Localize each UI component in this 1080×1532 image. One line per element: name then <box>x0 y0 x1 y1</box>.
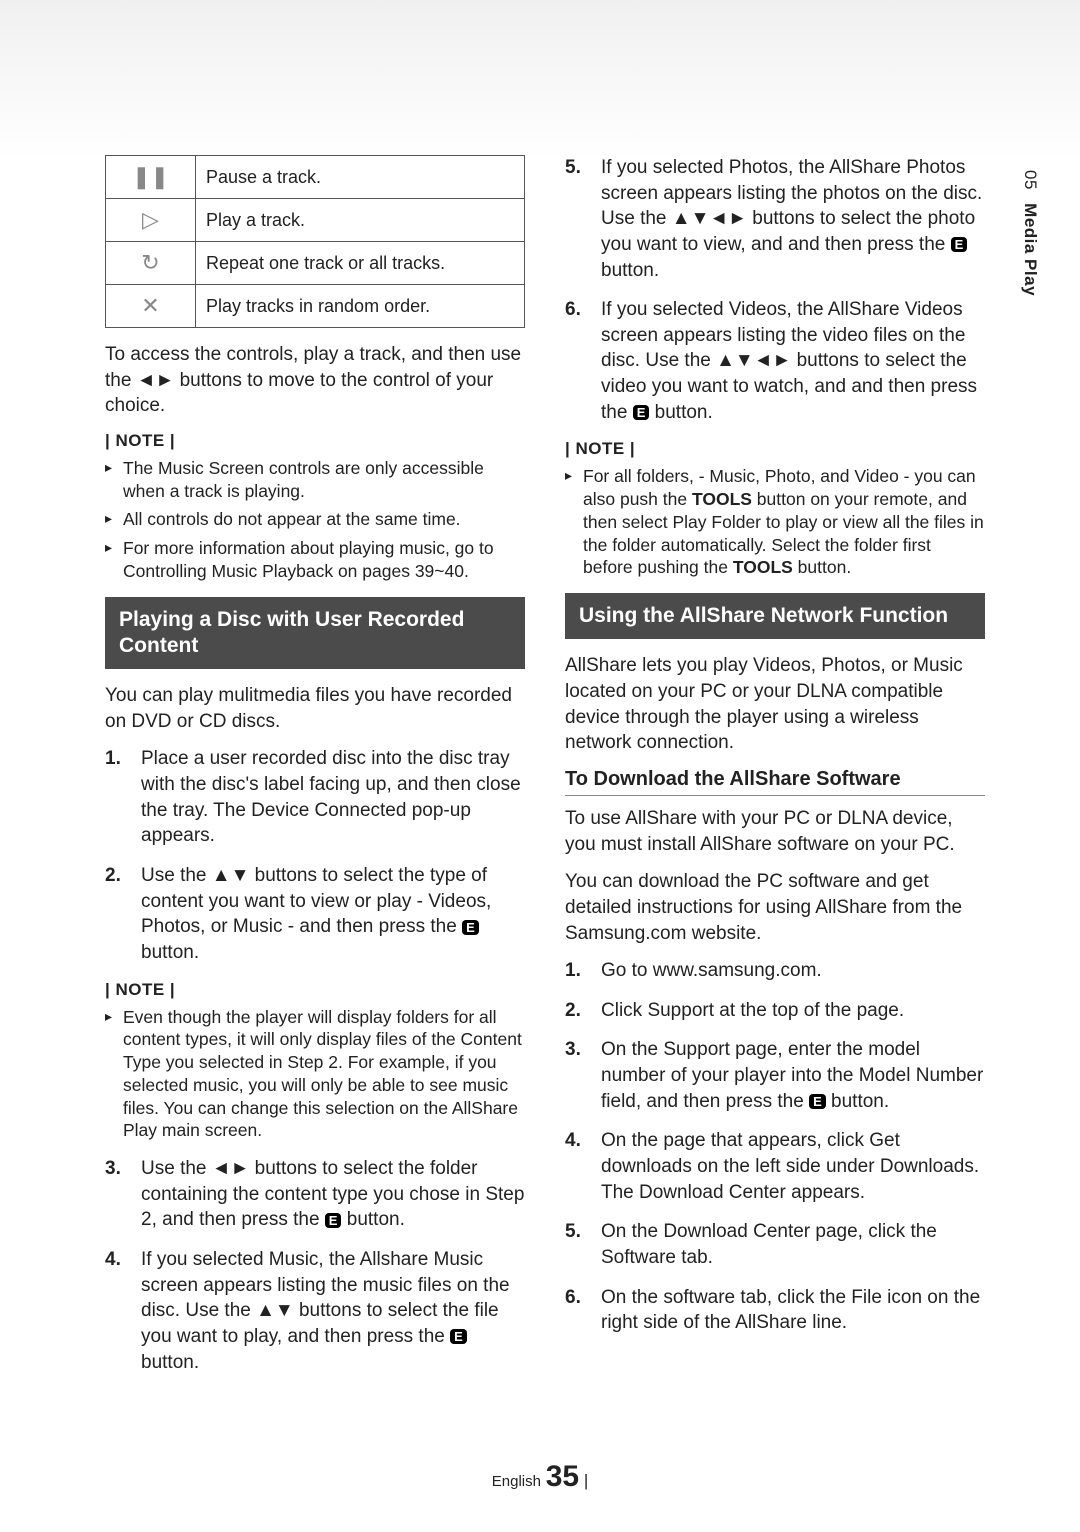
table-row: ❚❚ Pause a track. <box>106 156 525 199</box>
left-column: ❚❚ Pause a track. ▷ Play a track. ↻ Repe… <box>105 155 525 1389</box>
step-text: button. <box>649 402 712 423</box>
section1-steps-right: 5. If you selected Photos, the AllShare … <box>565 155 985 425</box>
step-number: 4. <box>565 1128 581 1154</box>
step-text: button. <box>141 942 199 963</box>
step-text: button. <box>826 1091 889 1112</box>
list-item: 1. Go to www.samsung.com. <box>565 958 985 984</box>
step-number: 3. <box>565 1037 581 1063</box>
enter-icon: E <box>450 1329 467 1344</box>
page-content: ❚❚ Pause a track. ▷ Play a track. ↻ Repe… <box>0 0 1080 1449</box>
note-header: | NOTE | <box>105 431 525 451</box>
shuffle-icon: ✕ <box>106 285 196 328</box>
note-list: For all folders, - Music, Photo, and Vid… <box>565 465 985 579</box>
list-item: 6. If you selected Videos, the AllShare … <box>565 297 985 425</box>
step-text: button. <box>141 1352 199 1373</box>
enter-icon: E <box>809 1094 826 1109</box>
section-heading-disc: Playing a Disc with User Recorded Conten… <box>105 597 525 670</box>
control-label: Play tracks in random order. <box>196 285 525 328</box>
step-text: Use the ▲▼ buttons to select the type of… <box>141 865 491 937</box>
note-list: The Music Screen controls are only acces… <box>105 457 525 583</box>
step-number: 1. <box>105 746 121 772</box>
step-text: Go to www.samsung.com. <box>601 960 822 981</box>
list-item: 2. Click Support at the top of the page. <box>565 998 985 1024</box>
list-item: For all folders, - Music, Photo, and Vid… <box>565 465 985 579</box>
note-header: | NOTE | <box>565 439 985 459</box>
step-number: 2. <box>565 998 581 1024</box>
access-controls-text: To access the controls, play a track, an… <box>105 342 525 419</box>
repeat-icon: ↻ <box>106 242 196 285</box>
step-number: 2. <box>105 863 121 889</box>
list-item: 3. Use the ◄► buttons to select the fold… <box>105 1156 525 1233</box>
enter-icon: E <box>951 237 968 252</box>
section1-intro: You can play mulitmedia files you have r… <box>105 683 525 734</box>
list-item: 5. On the Download Center page, click the… <box>565 1219 985 1270</box>
playback-controls-table: ❚❚ Pause a track. ▷ Play a track. ↻ Repe… <box>105 155 525 328</box>
footer-bar: | <box>584 1471 588 1490</box>
control-label: Repeat one track or all tracks. <box>196 242 525 285</box>
section1-steps-cont: 3. Use the ◄► buttons to select the fold… <box>105 1156 525 1375</box>
right-column: 5. If you selected Photos, the AllShare … <box>565 155 985 1389</box>
list-item: 4. On the page that appears, click Get do… <box>565 1128 985 1205</box>
step-number: 1. <box>565 958 581 984</box>
step-text: Place a user recorded disc into the disc… <box>141 748 521 846</box>
enter-icon: E <box>325 1213 342 1228</box>
tools-label: TOOLS <box>733 557 793 577</box>
download-para2: You can download the PC software and get… <box>565 869 985 946</box>
section2-intro: AllShare lets you play Videos, Photos, o… <box>565 653 985 756</box>
step-number: 5. <box>565 1219 581 1245</box>
step-number: 3. <box>105 1156 121 1182</box>
footer-language: English <box>492 1473 541 1490</box>
play-icon: ▷ <box>106 199 196 242</box>
table-row: ↻ Repeat one track or all tracks. <box>106 242 525 285</box>
download-steps: 1. Go to www.samsung.com. 2. Click Support… <box>565 958 985 1336</box>
step-text: button. <box>601 260 659 281</box>
step-number: 6. <box>565 297 581 323</box>
download-para1: To use AllShare with your PC or DLNA dev… <box>565 806 985 857</box>
list-item: 1. Place a user recorded disc into the d… <box>105 746 525 849</box>
section1-steps: 1. Place a user recorded disc into the d… <box>105 746 525 965</box>
note-header: | NOTE | <box>105 980 525 1000</box>
list-item: All controls do not appear at the same t… <box>105 508 525 531</box>
step-text: button. <box>341 1209 404 1230</box>
page-footer: English 35 | <box>0 1460 1080 1494</box>
step-text: On the software tab, click the File icon… <box>601 1287 980 1334</box>
list-item: 5. If you selected Photos, the AllShare … <box>565 155 985 283</box>
table-row: ✕ Play tracks in random order. <box>106 285 525 328</box>
step-text: On the Support page, enter the model num… <box>601 1039 983 1111</box>
enter-icon: E <box>462 920 479 935</box>
list-item: For more information about playing music… <box>105 537 525 583</box>
enter-icon: E <box>633 405 650 420</box>
list-item: 2. Use the ▲▼ buttons to select the type… <box>105 863 525 966</box>
list-item: 6. On the software tab, click the File ic… <box>565 1285 985 1336</box>
step-text: On the page that appears, click Get down… <box>601 1130 979 1202</box>
list-item: Even though the player will display fold… <box>105 1006 525 1143</box>
table-row: ▷ Play a track. <box>106 199 525 242</box>
step-text: Click Support at the top of the page. <box>601 1000 904 1021</box>
tools-label: TOOLS <box>692 489 752 509</box>
step-text: If you selected Photos, the AllShare Pho… <box>601 157 982 255</box>
control-label: Play a track. <box>196 199 525 242</box>
step-number: 4. <box>105 1247 121 1273</box>
step-number: 5. <box>565 155 581 181</box>
note-text: button. <box>793 557 851 577</box>
step-number: 6. <box>565 1285 581 1311</box>
list-item: 4. If you selected Music, the Allshare M… <box>105 1247 525 1375</box>
step-text: On the Download Center page, click the S… <box>601 1221 937 1268</box>
note-list: Even though the player will display fold… <box>105 1006 525 1143</box>
pause-icon: ❚❚ <box>106 156 196 199</box>
list-item: The Music Screen controls are only acces… <box>105 457 525 503</box>
page-number: 35 <box>546 1460 579 1493</box>
subheading-download: To Download the AllShare Software <box>565 768 985 796</box>
list-item: 3. On the Support page, enter the model n… <box>565 1037 985 1114</box>
section-heading-allshare: Using the AllShare Network Function <box>565 593 985 639</box>
control-label: Pause a track. <box>196 156 525 199</box>
